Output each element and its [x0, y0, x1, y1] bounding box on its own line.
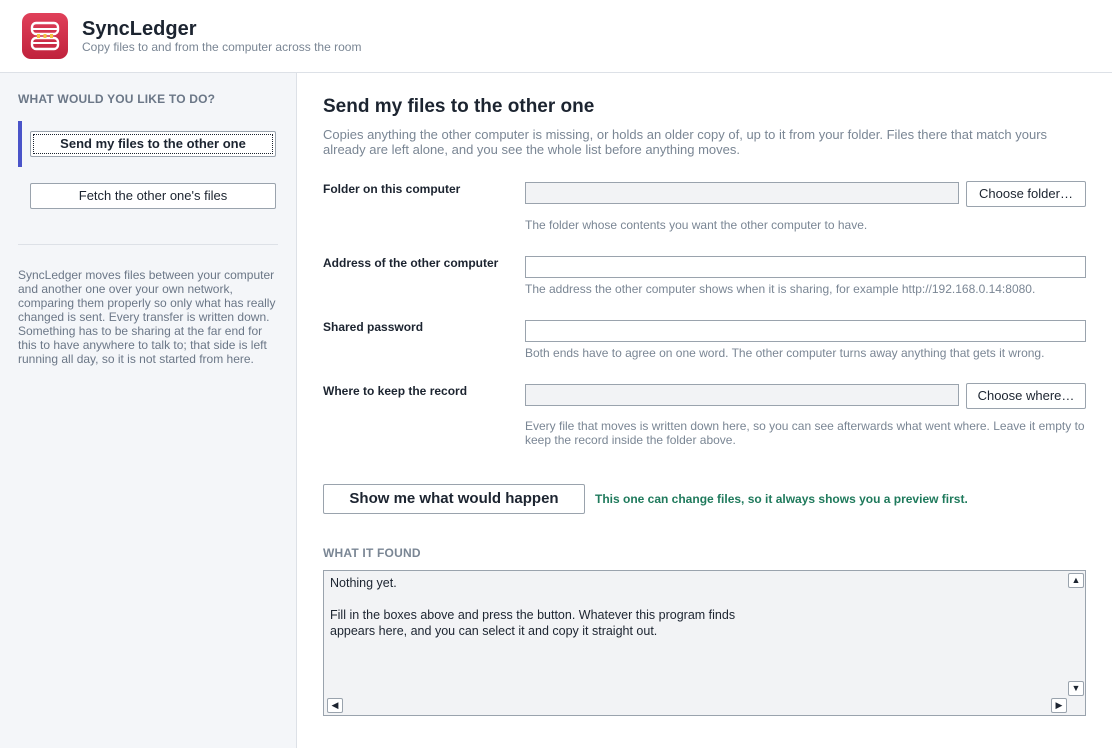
folder-label: Folder on this computer — [323, 182, 461, 196]
app-header: SyncLedger Copy files to and from the co… — [0, 0, 1112, 73]
main-panel: Send my files to the other one Copies an… — [297, 73, 1112, 748]
focus-ring — [33, 134, 273, 154]
folder-help: The folder whose contents you want the o… — [525, 218, 868, 232]
preview-note: This one can change files, so it always … — [595, 492, 968, 506]
results-text[interactable]: Nothing yet. Fill in the boxes above and… — [330, 575, 1050, 639]
sidebar-heading: WHAT WOULD YOU LIKE TO DO? — [18, 92, 216, 106]
password-help: Both ends have to agree on one word. The… — [525, 346, 1045, 360]
folder-field[interactable] — [525, 182, 959, 204]
active-item-marker — [18, 121, 22, 167]
scroll-right-icon[interactable]: ▶ — [1051, 698, 1067, 713]
scroll-left-icon[interactable]: ◀ — [327, 698, 343, 713]
record-label: Where to keep the record — [323, 384, 468, 398]
choose-folder-button[interactable]: Choose folder… — [966, 181, 1086, 207]
sidebar-item-send[interactable]: Send my files to the other one — [30, 131, 276, 157]
sidebar-about-text: SyncLedger moves files between your comp… — [18, 268, 276, 366]
scroll-up-icon[interactable]: ▲ — [1068, 573, 1084, 588]
address-help: The address the other computer shows whe… — [525, 282, 1036, 296]
password-field[interactable] — [525, 320, 1086, 342]
record-help: Every file that moves is written down he… — [525, 419, 1085, 447]
app-title: SyncLedger — [82, 18, 197, 40]
sidebar-item-label: Fetch the other one's files — [78, 188, 228, 203]
results-heading: WHAT IT FOUND — [323, 546, 421, 560]
sidebar: WHAT WOULD YOU LIKE TO DO? Send my files… — [0, 73, 297, 748]
ledger-sync-icon — [22, 13, 68, 59]
choose-record-button[interactable]: Choose where… — [966, 383, 1086, 409]
password-label: Shared password — [323, 320, 424, 334]
page-description: Copies anything the other computer is mi… — [323, 127, 1048, 157]
sidebar-item-fetch[interactable]: Fetch the other one's files — [30, 183, 276, 209]
address-field[interactable] — [525, 256, 1086, 278]
address-label: Address of the other computer — [323, 256, 499, 270]
app-subtitle: Copy files to and from the computer acro… — [82, 40, 362, 54]
results-textbox[interactable]: Nothing yet. Fill in the boxes above and… — [323, 570, 1086, 716]
page-title: Send my files to the other one — [323, 96, 595, 117]
sidebar-divider — [18, 244, 278, 245]
record-field[interactable] — [525, 384, 959, 406]
preview-button[interactable]: Show me what would happen — [323, 484, 585, 514]
scroll-down-icon[interactable]: ▼ — [1068, 681, 1084, 696]
